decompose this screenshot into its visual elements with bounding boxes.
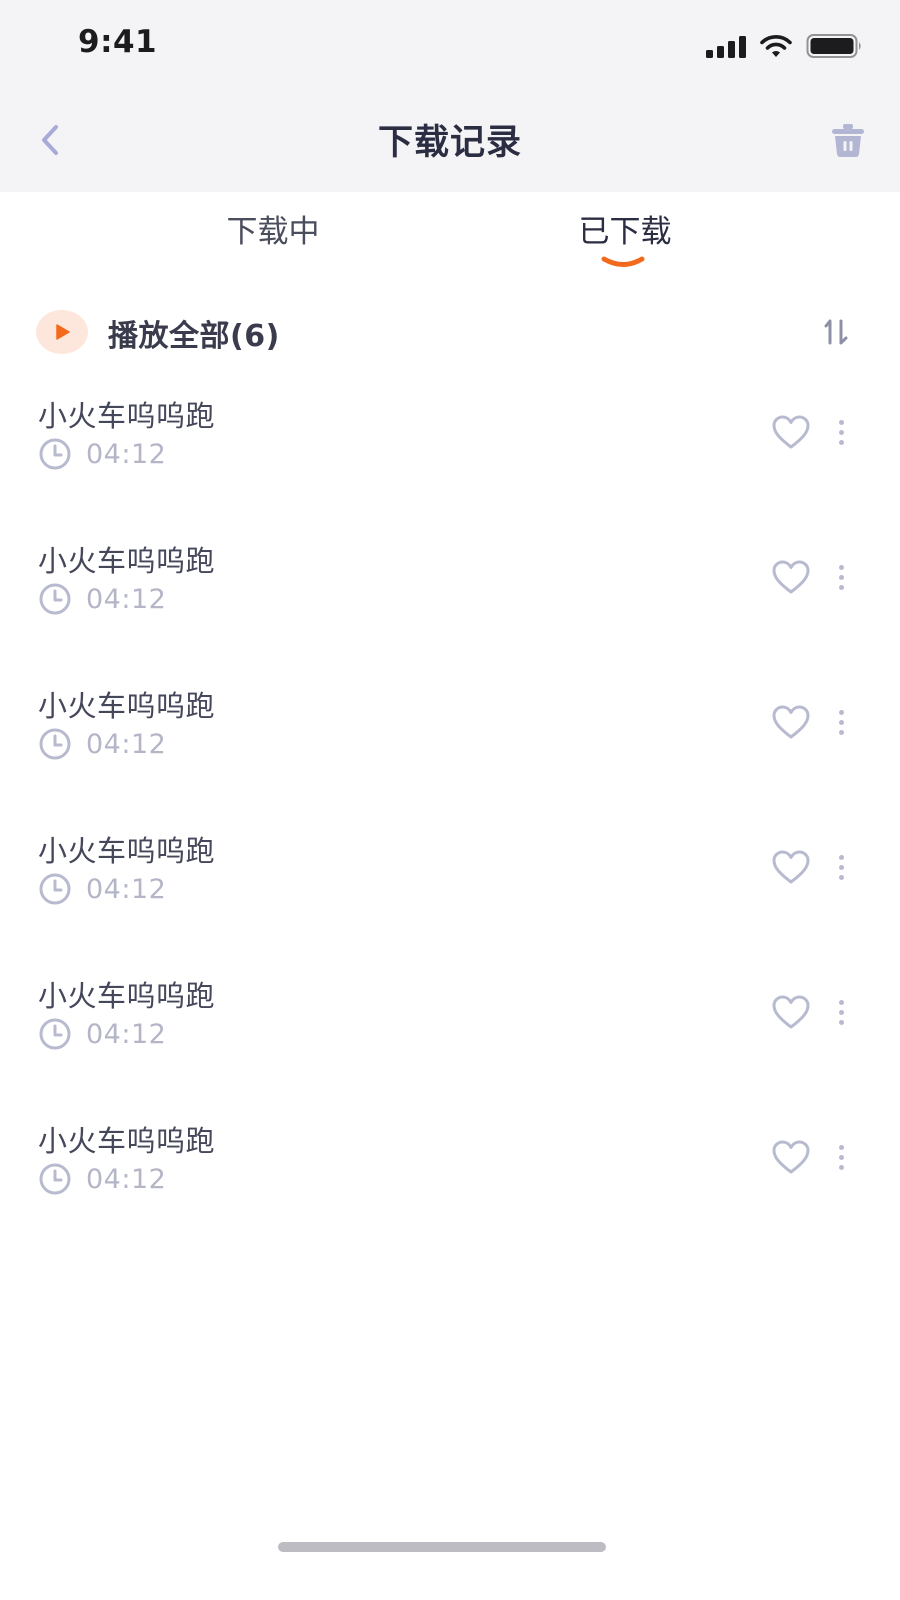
- more-dot: [838, 719, 844, 725]
- track-title: 小火车呜呜跑: [38, 544, 216, 578]
- more-dot: [838, 1164, 844, 1170]
- track-title: 小火车呜呜跑: [38, 689, 216, 723]
- track-title: 小火车呜呜跑: [38, 399, 216, 433]
- cellular-signal-icon: [706, 34, 746, 58]
- sort-button[interactable]: [816, 312, 856, 352]
- heart-icon[interactable]: [770, 848, 812, 886]
- trash-icon: [832, 124, 864, 157]
- clock-icon: [39, 873, 71, 905]
- track-duration: 04:12: [86, 874, 167, 905]
- more-dot: [838, 584, 844, 590]
- play-all-button[interactable]: [36, 310, 88, 354]
- list-item[interactable]: 小火车呜呜跑 04:12: [0, 683, 900, 828]
- track-duration: 04:12: [86, 1019, 167, 1050]
- heart-icon[interactable]: [770, 993, 812, 1031]
- home-indicator[interactable]: [278, 1542, 606, 1552]
- list-item[interactable]: 小火车呜呜跑 04:12: [0, 1118, 900, 1263]
- wifi-icon: [760, 35, 792, 57]
- heart-icon[interactable]: [770, 703, 812, 741]
- clock-icon: [39, 1163, 71, 1195]
- more-dot: [838, 1154, 844, 1160]
- more-dot: [838, 864, 844, 870]
- play-all-label[interactable]: 播放全部(6): [108, 311, 280, 355]
- more-dot: [838, 999, 844, 1005]
- status-time: 9:41: [78, 24, 158, 60]
- active-tab-indicator: [601, 256, 645, 267]
- heart-icon[interactable]: [770, 558, 812, 596]
- delete-all-button[interactable]: [818, 112, 878, 168]
- more-options-button[interactable]: [828, 413, 854, 451]
- track-duration: 04:12: [86, 439, 167, 470]
- page-title: 下载记录: [377, 123, 522, 163]
- tab-downloading[interactable]: 下载中: [163, 206, 383, 266]
- more-dot: [838, 574, 844, 580]
- clock-icon: [39, 438, 71, 470]
- more-options-button[interactable]: [828, 703, 854, 741]
- status-icons: [706, 28, 864, 64]
- more-options-button[interactable]: [828, 558, 854, 596]
- more-options-button[interactable]: [828, 848, 854, 886]
- track-title: 小火车呜呜跑: [38, 834, 216, 868]
- list-item[interactable]: 小火车呜呜跑 04:12: [0, 828, 900, 973]
- battery-icon: [806, 34, 861, 58]
- track-duration: 04:12: [86, 584, 167, 615]
- track-duration: 04:12: [86, 729, 167, 760]
- list-item[interactable]: 小火车呜呜跑 04:12: [0, 393, 900, 538]
- list-item[interactable]: 小火车呜呜跑 04:12: [0, 538, 900, 683]
- more-options-button[interactable]: [828, 993, 854, 1031]
- more-options-button[interactable]: [828, 1138, 854, 1176]
- more-dot: [838, 564, 844, 570]
- more-dot: [838, 1019, 844, 1025]
- more-dot: [838, 439, 844, 445]
- clock-icon: [39, 583, 71, 615]
- clock-icon: [39, 728, 71, 760]
- track-duration: 04:12: [86, 1164, 167, 1195]
- sort-icon: [824, 319, 848, 345]
- more-dot: [838, 729, 844, 735]
- clock-icon: [39, 1018, 71, 1050]
- more-dot: [838, 854, 844, 860]
- list-item[interactable]: 小火车呜呜跑 04:12: [0, 973, 900, 1118]
- more-dot: [838, 419, 844, 425]
- download-history-screen: 9:41 下载记录 下载中 已下载 播放全部(6) 小火车呜呜跑 04:12 小…: [0, 0, 900, 1600]
- track-title: 小火车呜呜跑: [38, 1124, 216, 1158]
- more-dot: [838, 709, 844, 715]
- track-title: 小火车呜呜跑: [38, 979, 216, 1013]
- play-icon: [56, 324, 70, 340]
- more-dot: [838, 429, 844, 435]
- heart-icon[interactable]: [770, 1138, 812, 1176]
- more-dot: [838, 1009, 844, 1015]
- more-dot: [838, 1144, 844, 1150]
- more-dot: [838, 874, 844, 880]
- heart-icon[interactable]: [770, 413, 812, 451]
